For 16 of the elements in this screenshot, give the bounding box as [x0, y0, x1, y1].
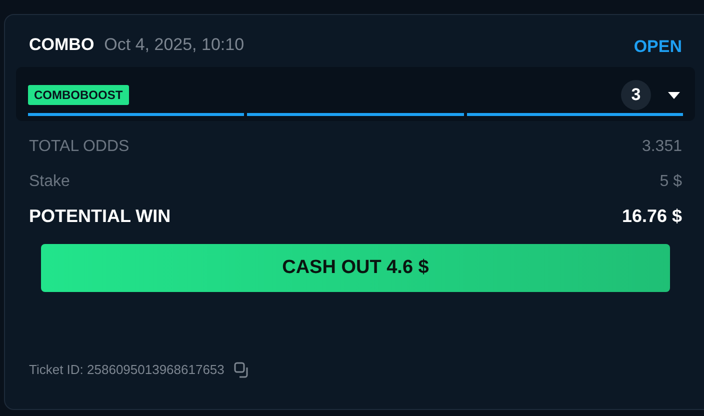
copy-icon[interactable] — [234, 362, 250, 378]
summary-label: TOTAL ODDS — [29, 136, 130, 156]
legs-panel[interactable]: COMBOBOOST 3 — [16, 67, 695, 121]
bet-date: Oct 4, 2025, 10:10 — [104, 34, 244, 56]
summary-value: 16.76 $ — [622, 205, 682, 228]
comboboost-badge: COMBOBOOST — [28, 85, 129, 105]
summary-value: 5 $ — [660, 172, 682, 192]
ticket-id: Ticket ID: 2586095013968617653 — [29, 361, 224, 379]
summary-label: POTENTIAL WIN — [29, 205, 171, 228]
bet-status: OPEN — [634, 36, 682, 58]
summary-label: Stake — [29, 172, 70, 192]
bet-type: COMBO — [29, 34, 94, 56]
caret-icon[interactable] — [667, 90, 681, 100]
cash-out-button[interactable]: CASH OUT 4.6 $ — [41, 244, 670, 292]
summary-value: 3.351 — [642, 136, 682, 156]
leg-count: 3 — [621, 80, 651, 110]
